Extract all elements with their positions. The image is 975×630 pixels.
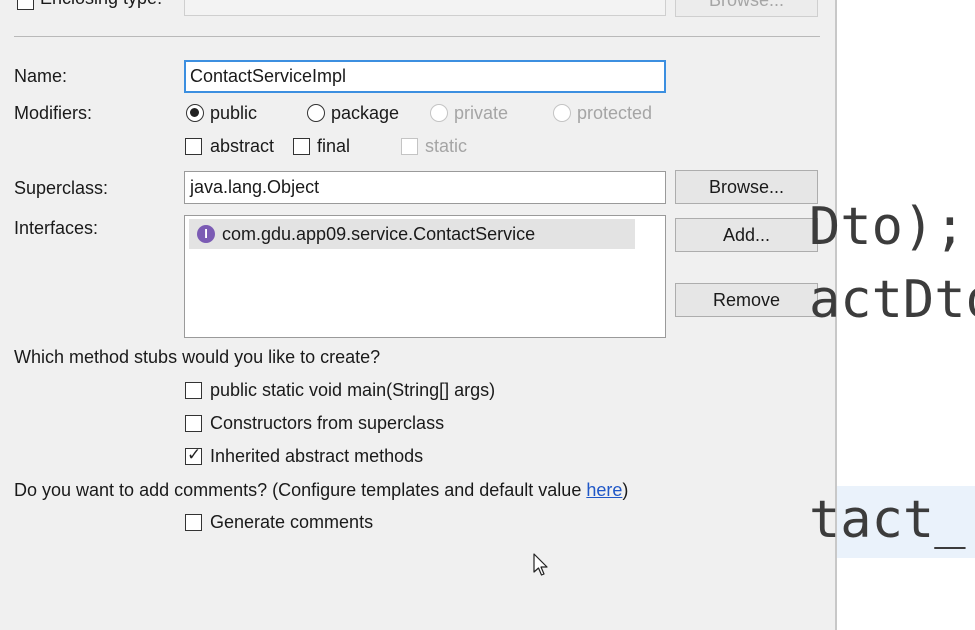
comments-question: Do you want to add comments? (Configure … [14, 480, 628, 501]
configure-templates-link[interactable]: here [586, 480, 622, 500]
name-label: Name: [14, 66, 68, 86]
package-radio[interactable] [307, 104, 325, 122]
constructors-checkbox[interactable] [185, 415, 202, 432]
comments-question-suffix: ) [622, 480, 629, 500]
list-item[interactable]: I com.gdu.app09.service.ContactService [189, 219, 635, 249]
superclass-label: Superclass: [14, 178, 109, 198]
constructors-label: Constructors from superclass [210, 413, 445, 433]
check-icon: ✓ [187, 445, 202, 464]
superclass-field[interactable]: java.lang.Object [184, 171, 666, 204]
main-method-checkbox[interactable] [185, 382, 202, 399]
comments-question-text: Do you want to add comments? (Configure … [14, 480, 587, 500]
new-java-class-dialog: Enclosing type: Browse... Name: ContactS… [0, 0, 837, 630]
interface-icon: I [197, 225, 215, 243]
protected-radio[interactable] [553, 104, 571, 122]
private-radio[interactable] [430, 104, 448, 122]
main-method-label: public static void main(String[] args) [210, 380, 496, 400]
remove-interface-button[interactable]: Remove [675, 283, 818, 317]
final-checkbox[interactable] [293, 138, 310, 155]
name-field[interactable]: ContactServiceImpl [184, 60, 666, 93]
method-stubs-question: Which method stubs would you like to cre… [14, 347, 381, 367]
generate-comments-checkbox[interactable] [185, 514, 202, 531]
inherited-abstract-checkbox[interactable]: ✓ [185, 445, 202, 465]
superclass-browse-button[interactable]: Browse... [675, 170, 818, 204]
public-radio-label: public [210, 103, 258, 123]
static-checkbox-label: static [425, 136, 468, 156]
protected-radio-label: protected [577, 103, 653, 123]
abstract-checkbox-label: abstract [210, 136, 275, 156]
private-radio-label: private [454, 103, 509, 123]
package-radio-label: package [331, 103, 400, 123]
static-checkbox[interactable] [401, 138, 418, 155]
code-editor-background: Dto); actDto tact_ [809, 0, 975, 630]
add-interface-button[interactable]: Add... [675, 218, 818, 252]
public-radio[interactable] [186, 104, 204, 122]
interfaces-label: Interfaces: [14, 218, 99, 238]
interface-item-label: com.gdu.app09.service.ContactService [222, 224, 536, 244]
mouse-cursor-icon [533, 553, 548, 576]
abstract-checkbox[interactable] [185, 138, 202, 155]
enclosing-type-label: Enclosing type: [40, 0, 162, 9]
interfaces-list[interactable]: I com.gdu.app09.service.ContactService [184, 215, 666, 338]
enclosing-type-field[interactable] [184, 0, 666, 16]
modifiers-label: Modifiers: [14, 103, 93, 123]
final-checkbox-label: final [317, 136, 351, 156]
inherited-abstract-label: Inherited abstract methods [210, 446, 424, 466]
generate-comments-label: Generate comments [210, 512, 374, 532]
enclosing-browse-button[interactable]: Browse... [675, 0, 818, 17]
editor-line-1: Dto); [809, 197, 966, 257]
editor-line-3: tact_ [809, 490, 966, 550]
separator [14, 36, 820, 37]
enclosing-type-checkbox[interactable] [17, 0, 34, 10]
editor-line-2: actDto [809, 270, 975, 330]
